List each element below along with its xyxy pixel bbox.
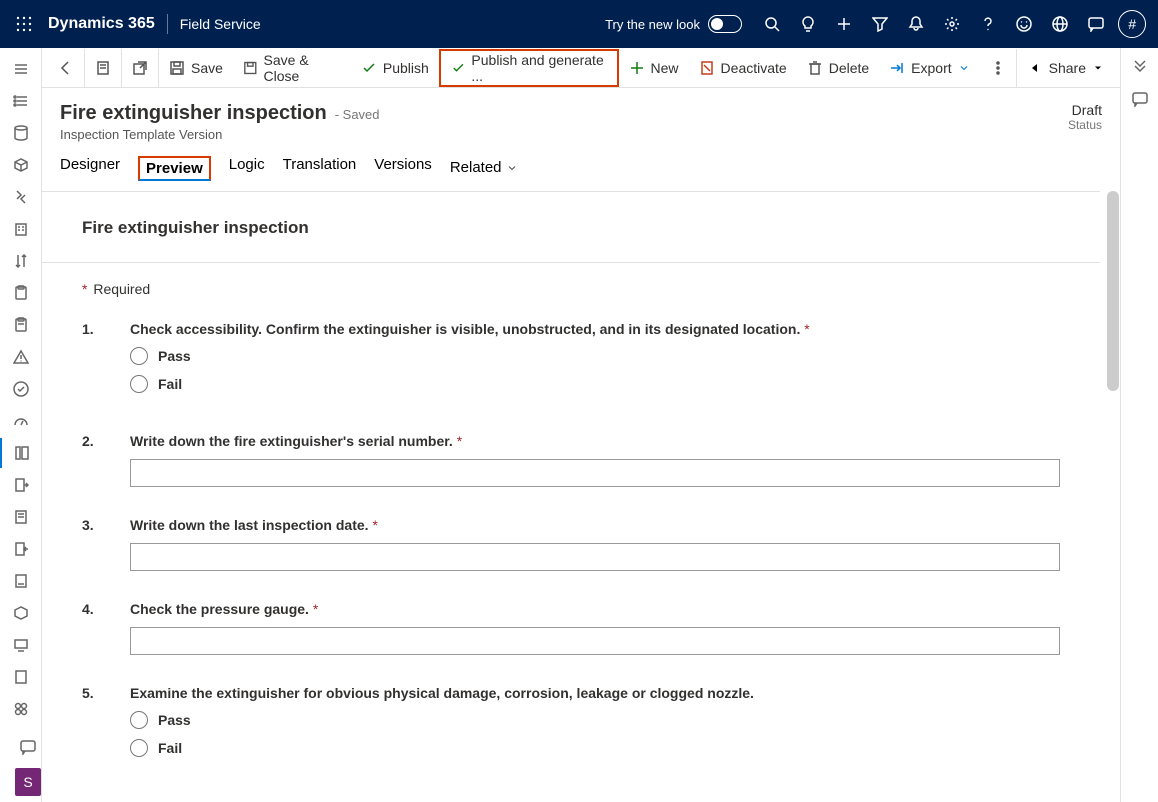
question-text: Check accessibility. Confirm the extingu… xyxy=(130,321,1060,337)
entity-label: Inspection Template Version xyxy=(60,127,380,142)
scrollbar[interactable] xyxy=(1107,191,1119,802)
puzzle-icon[interactable] xyxy=(0,694,42,724)
radio-fail[interactable] xyxy=(130,375,148,393)
radio-label: Pass xyxy=(158,348,191,364)
try-new-look-label: Try the new look xyxy=(605,17,700,32)
tab-related[interactable]: Related xyxy=(450,156,518,181)
arrows-icon[interactable] xyxy=(0,182,42,212)
box-icon[interactable] xyxy=(0,150,42,180)
tab-designer[interactable]: Designer xyxy=(60,156,120,181)
hamburger-icon[interactable] xyxy=(0,54,42,84)
right-rail xyxy=(1120,48,1158,802)
share-button[interactable]: Share xyxy=(1016,49,1114,87)
clipboard2-icon[interactable] xyxy=(0,310,42,340)
profile-icon[interactable]: # xyxy=(1114,0,1150,48)
radio-pass[interactable] xyxy=(130,711,148,729)
globe-icon[interactable] xyxy=(1042,0,1078,48)
copilot-icon[interactable] xyxy=(1132,58,1148,77)
question-number: 1. xyxy=(82,321,106,403)
odometer-icon[interactable] xyxy=(0,406,42,436)
question-number: 3. xyxy=(82,517,106,571)
question-text: Write down the last inspection date. * xyxy=(130,517,1060,533)
list-icon[interactable] xyxy=(0,86,42,116)
chat2-icon[interactable] xyxy=(7,732,42,762)
radio-pass[interactable] xyxy=(130,347,148,365)
back-button[interactable] xyxy=(48,49,85,87)
tab-translation[interactable]: Translation xyxy=(283,156,357,181)
left-rail: S xyxy=(0,48,42,802)
export-button[interactable]: Export xyxy=(879,49,979,87)
radio-fail[interactable] xyxy=(130,739,148,757)
sort-icon[interactable] xyxy=(0,246,42,276)
filter-icon[interactable] xyxy=(862,0,898,48)
check-circle-icon[interactable] xyxy=(0,374,42,404)
app-name[interactable]: Field Service xyxy=(180,16,261,32)
warning-icon[interactable] xyxy=(0,342,42,372)
saved-label: - Saved xyxy=(335,107,380,122)
doc-icon[interactable] xyxy=(0,502,42,532)
question-number: 5. xyxy=(82,685,106,767)
settings-icon[interactable] xyxy=(934,0,970,48)
question-text: Check the pressure gauge. * xyxy=(130,601,1060,617)
publish-generate-button[interactable]: Publish and generate ... xyxy=(439,49,619,87)
search-icon[interactable] xyxy=(754,0,790,48)
pressure-gauge-input[interactable] xyxy=(130,627,1060,655)
area-switcher[interactable]: S xyxy=(15,768,41,796)
doc-in-icon[interactable] xyxy=(0,534,42,564)
form-preview: Fire extinguisher inspection * Required … xyxy=(42,191,1100,802)
status-value: Draft xyxy=(1068,102,1102,118)
status-label: Status xyxy=(1068,118,1102,132)
database-icon[interactable] xyxy=(0,118,42,148)
deactivate-button[interactable]: Deactivate xyxy=(689,49,797,87)
tab-preview[interactable]: Preview xyxy=(138,156,211,181)
question-text: Examine the extinguisher for obvious phy… xyxy=(130,685,1060,701)
tab-logic[interactable]: Logic xyxy=(229,156,265,181)
lightbulb-icon[interactable] xyxy=(790,0,826,48)
new-button[interactable]: New xyxy=(619,49,689,87)
doc2-icon[interactable] xyxy=(0,566,42,596)
radio-label: Fail xyxy=(158,740,182,756)
publish-button[interactable]: Publish xyxy=(351,49,439,87)
help-icon[interactable] xyxy=(970,0,1006,48)
brand-label[interactable]: Dynamics 365 xyxy=(48,15,155,33)
plus-icon[interactable] xyxy=(826,0,862,48)
form-icon[interactable] xyxy=(0,438,42,468)
tab-row: Designer Preview Logic Translation Versi… xyxy=(42,142,1120,191)
divider xyxy=(167,14,168,34)
chat-pane-icon[interactable] xyxy=(1132,91,1148,110)
building-icon[interactable] xyxy=(0,214,42,244)
command-bar: Save Save & Close Publish Publish and ge… xyxy=(42,48,1120,88)
page-title: Fire extinguisher inspection xyxy=(60,102,327,125)
chat-icon[interactable] xyxy=(1078,0,1114,48)
app-launcher-icon[interactable] xyxy=(8,8,40,40)
clipboard-icon[interactable] xyxy=(0,278,42,308)
form-selector-icon[interactable] xyxy=(85,49,122,87)
save-close-button[interactable]: Save & Close xyxy=(233,49,351,87)
radio-label: Fail xyxy=(158,376,182,392)
notification-icon[interactable] xyxy=(898,0,934,48)
feedback-icon[interactable] xyxy=(1006,0,1042,48)
serial-number-input[interactable] xyxy=(130,459,1060,487)
top-bar: Dynamics 365 Field Service Try the new l… xyxy=(0,0,1158,48)
doc3-icon[interactable] xyxy=(0,662,42,692)
delete-button[interactable]: Delete xyxy=(797,49,879,87)
status-field[interactable]: Draft Status xyxy=(1068,102,1102,142)
inspection-date-input[interactable] xyxy=(130,543,1060,571)
form-title: Fire extinguisher inspection xyxy=(82,218,1060,238)
tab-versions[interactable]: Versions xyxy=(374,156,432,181)
overflow-button[interactable] xyxy=(980,49,1016,87)
divider xyxy=(42,262,1100,263)
try-new-look-toggle[interactable] xyxy=(708,15,742,33)
question-text: Write down the fire extinguisher's seria… xyxy=(130,433,1060,449)
open-new-icon[interactable] xyxy=(122,49,159,87)
radio-label: Pass xyxy=(158,712,191,728)
question-number: 4. xyxy=(82,601,106,655)
monitor-icon[interactable] xyxy=(0,630,42,660)
required-note: * Required xyxy=(82,281,1060,297)
doc-out-icon[interactable] xyxy=(0,470,42,500)
save-button[interactable]: Save xyxy=(159,49,233,87)
box2-icon[interactable] xyxy=(0,598,42,628)
question-number: 2. xyxy=(82,433,106,487)
